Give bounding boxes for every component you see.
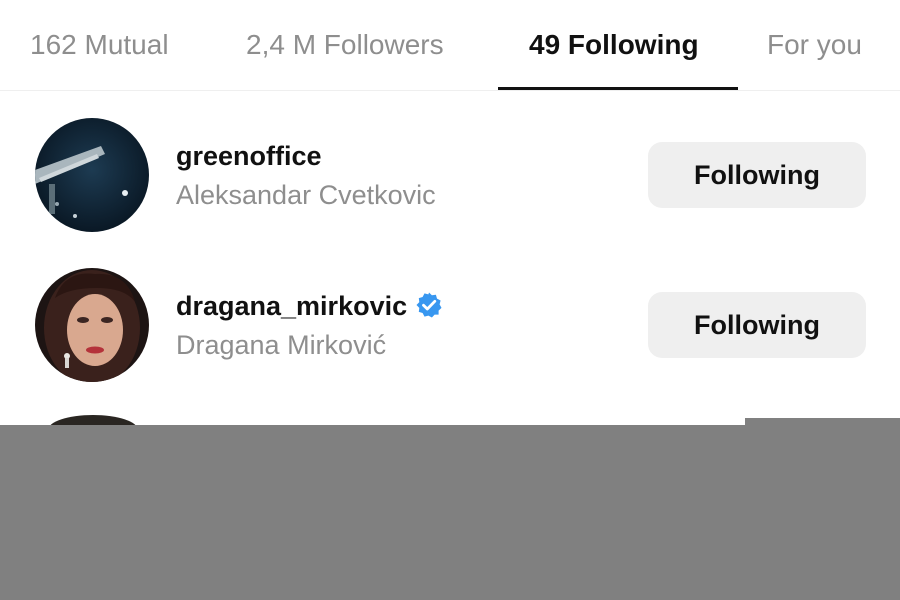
full-name: Aleksandar Cvetkovic xyxy=(176,180,436,210)
tab-followers[interactable]: 2,4 M Followers xyxy=(246,0,444,90)
avatar[interactable] xyxy=(35,118,149,232)
following-list-screen: 162 Mutual 2,4 M Followers 49 Following … xyxy=(0,0,900,600)
following-button[interactable]: Following xyxy=(648,142,866,208)
full-name: Dragana Mirković xyxy=(176,330,387,360)
tab-for-you[interactable]: For you xyxy=(767,0,862,90)
username[interactable]: dragana_mirkovic xyxy=(176,291,407,321)
tab-following[interactable]: 49 Following xyxy=(529,0,699,90)
username[interactable]: greenoffice xyxy=(176,141,322,172)
username-row: dragana_mirkovic xyxy=(176,291,443,326)
list-item[interactable]: dragana_mirkovic Dragana Mirković Follow… xyxy=(0,255,900,395)
following-button[interactable]: Following xyxy=(648,292,866,358)
tab-bar: 162 Mutual 2,4 M Followers 49 Following … xyxy=(0,0,900,91)
list-item[interactable]: greenoffice Aleksandar Cvetkovic Followi… xyxy=(0,105,900,245)
obscured-region xyxy=(0,425,900,600)
verified-badge-icon xyxy=(415,291,443,326)
avatar[interactable] xyxy=(35,268,149,382)
tab-mutual[interactable]: 162 Mutual xyxy=(30,0,169,90)
active-tab-indicator xyxy=(498,87,738,90)
